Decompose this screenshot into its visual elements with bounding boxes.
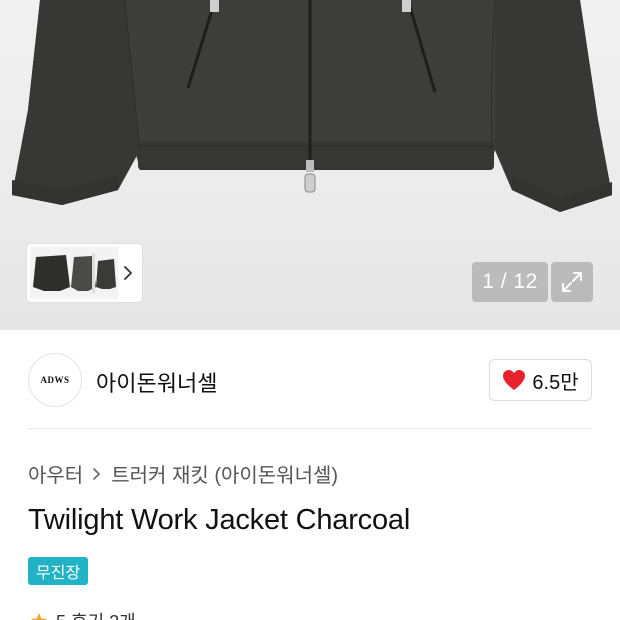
brand-logo[interactable]: ADWS — [28, 353, 82, 407]
star-icon — [31, 613, 47, 620]
image-counter: 1 / 12 — [472, 262, 548, 302]
breadcrumb-item-category[interactable]: 아우터 — [28, 459, 83, 488]
like-count: 6.5만 — [532, 371, 579, 394]
rating-row[interactable]: 5 후기 2개 — [30, 608, 136, 620]
thumbnail-strip[interactable] — [27, 244, 142, 302]
like-button[interactable]: 6.5만 — [489, 359, 592, 401]
thumbnail-image[interactable] — [30, 247, 118, 299]
expand-icon — [562, 272, 582, 292]
breadcrumb: 아우터 트러커 재킷 (아이돈워너셀) — [28, 459, 338, 488]
product-image-gallery[interactable]: 1 / 12 — [0, 0, 620, 330]
chevron-right-icon[interactable] — [120, 262, 136, 284]
chevron-right-icon — [93, 467, 101, 480]
divider — [28, 428, 592, 429]
product-title: Twilight Work Jacket Charcoal — [28, 504, 411, 536]
breadcrumb-item-subcategory[interactable]: 트러커 재킷 (아이돈워너셀) — [111, 459, 338, 488]
brand-row: ADWS 아이돈워너셀 6.5만 — [0, 330, 620, 428]
rating-text: 5 후기 2개 — [56, 608, 136, 620]
brand-name[interactable]: 아이돈워너셀 — [96, 366, 217, 398]
heart-icon — [503, 370, 526, 390]
expand-button[interactable] — [551, 262, 593, 302]
store-badge: 무진장 — [28, 557, 89, 585]
